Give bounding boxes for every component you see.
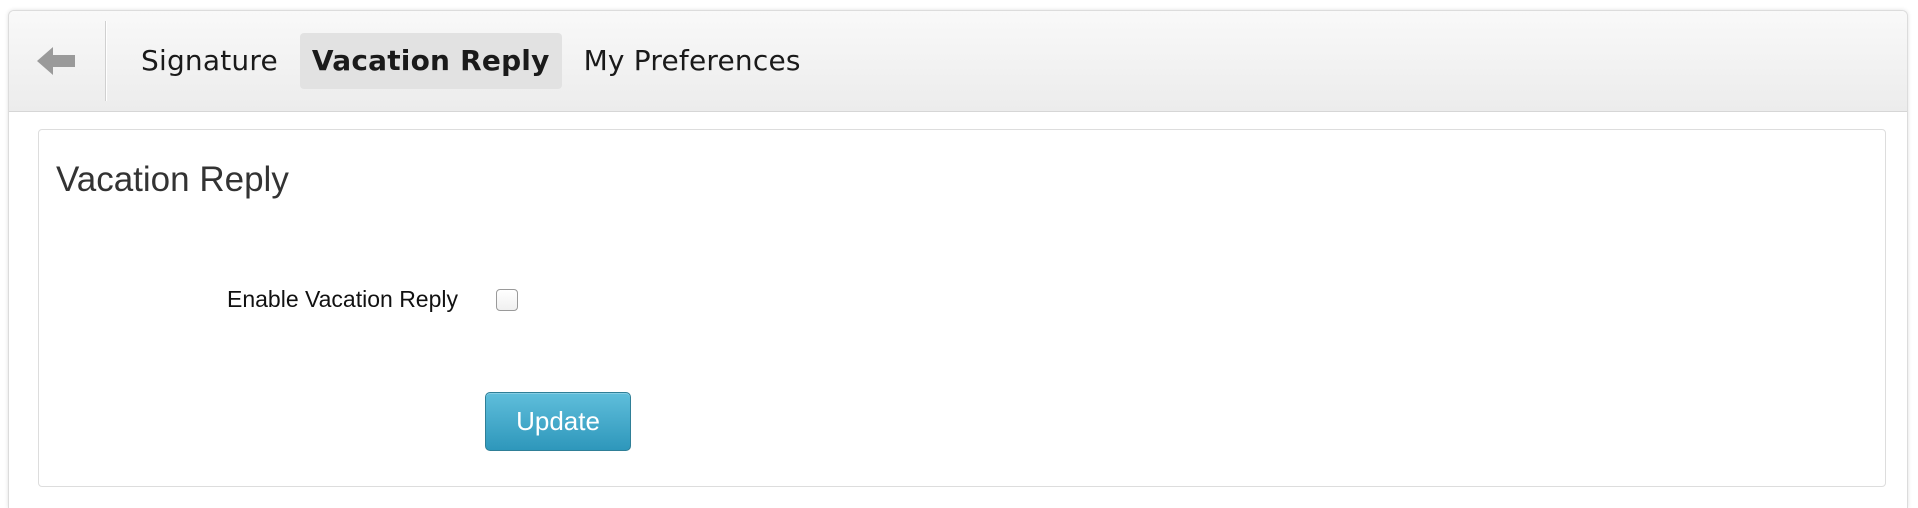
back-button[interactable] [9,11,105,111]
update-button[interactable]: Update [485,392,631,451]
tab-list: Signature Vacation Reply My Preferences [129,33,813,89]
tab-toolbar: Signature Vacation Reply My Preferences [9,11,1907,112]
toolbar-divider [105,21,106,101]
arrow-left-icon [37,47,75,75]
settings-window: Signature Vacation Reply My Preferences … [8,10,1908,508]
vacation-reply-panel: Vacation Reply Enable Vacation Reply Upd… [38,129,1886,487]
page-title: Vacation Reply [56,160,289,199]
enable-vacation-reply-checkbox[interactable] [496,289,518,311]
tab-signature[interactable]: Signature [129,33,290,89]
tab-vacation-reply[interactable]: Vacation Reply [299,33,562,89]
enable-vacation-reply-label: Enable Vacation Reply [227,286,458,312]
tab-my-preferences[interactable]: My Preferences [572,33,813,89]
